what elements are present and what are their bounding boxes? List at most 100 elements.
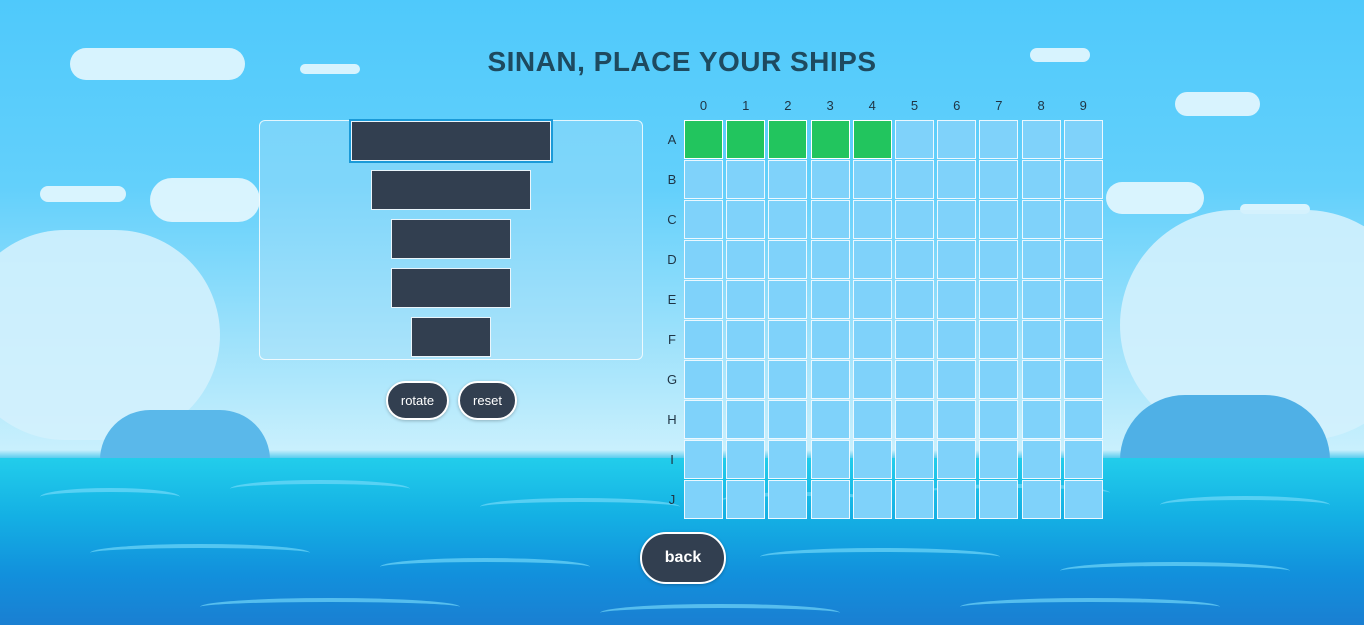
board-cell[interactable] bbox=[1021, 480, 1061, 519]
board-cell[interactable] bbox=[937, 400, 977, 439]
board-cell[interactable] bbox=[810, 480, 850, 519]
board-cell[interactable] bbox=[852, 200, 892, 239]
board-cell[interactable] bbox=[768, 160, 808, 199]
board-cell[interactable] bbox=[768, 400, 808, 439]
board-cell[interactable] bbox=[1021, 120, 1061, 159]
board-cell[interactable] bbox=[852, 320, 892, 359]
board-cell-ship[interactable] bbox=[726, 120, 766, 159]
board-cell[interactable] bbox=[1063, 240, 1103, 279]
board-cell[interactable] bbox=[768, 240, 808, 279]
board-cell[interactable] bbox=[1021, 360, 1061, 399]
ship-size-3[interactable] bbox=[391, 268, 511, 308]
board-cell[interactable] bbox=[895, 200, 934, 239]
back-button[interactable]: back bbox=[640, 532, 726, 584]
board-cell[interactable] bbox=[1021, 200, 1061, 239]
board-cell[interactable] bbox=[684, 200, 723, 239]
board-cell[interactable] bbox=[895, 120, 934, 159]
board-cell[interactable] bbox=[937, 280, 977, 319]
board-cell[interactable] bbox=[726, 240, 766, 279]
board-cell[interactable] bbox=[768, 320, 808, 359]
rotate-button[interactable]: rotate bbox=[386, 381, 449, 420]
board-cell[interactable] bbox=[937, 480, 977, 519]
board-cell[interactable] bbox=[768, 440, 808, 479]
board-cell[interactable] bbox=[810, 440, 850, 479]
board-cell[interactable] bbox=[810, 240, 850, 279]
board-cell[interactable] bbox=[937, 320, 977, 359]
board-cell[interactable] bbox=[726, 200, 766, 239]
board-cell[interactable] bbox=[895, 320, 934, 359]
board-cell[interactable] bbox=[937, 200, 977, 239]
board-cell[interactable] bbox=[684, 440, 723, 479]
board-cell[interactable] bbox=[1021, 160, 1061, 199]
board-cell[interactable] bbox=[852, 280, 892, 319]
board-cell[interactable] bbox=[895, 280, 934, 319]
board-cell[interactable] bbox=[852, 400, 892, 439]
board-cell[interactable] bbox=[726, 320, 766, 359]
board-cell[interactable] bbox=[979, 240, 1019, 279]
board-cell[interactable] bbox=[726, 440, 766, 479]
board-cell[interactable] bbox=[726, 480, 766, 519]
board-cell[interactable] bbox=[1063, 280, 1103, 319]
board-cell[interactable] bbox=[979, 480, 1019, 519]
ship-size-5[interactable] bbox=[349, 119, 553, 163]
board-cell[interactable] bbox=[1021, 280, 1061, 319]
board-cell[interactable] bbox=[852, 480, 892, 519]
board-cell[interactable] bbox=[895, 400, 934, 439]
board-cell[interactable] bbox=[979, 360, 1019, 399]
board-cell[interactable] bbox=[895, 360, 934, 399]
board-cell[interactable] bbox=[684, 480, 723, 519]
board-cell[interactable] bbox=[1021, 400, 1061, 439]
board-cell[interactable] bbox=[768, 280, 808, 319]
board-cell[interactable] bbox=[810, 400, 850, 439]
board-cell[interactable] bbox=[979, 400, 1019, 439]
board-cell[interactable] bbox=[684, 280, 723, 319]
board-cell[interactable] bbox=[1063, 200, 1103, 239]
board-cell[interactable] bbox=[810, 320, 850, 359]
board-cell[interactable] bbox=[1063, 400, 1103, 439]
reset-button[interactable]: reset bbox=[458, 381, 517, 420]
board-cell[interactable] bbox=[1063, 160, 1103, 199]
board-cell[interactable] bbox=[726, 160, 766, 199]
board-cell[interactable] bbox=[1063, 120, 1103, 159]
board-cell[interactable] bbox=[937, 160, 977, 199]
board-cell[interactable] bbox=[810, 280, 850, 319]
board-cell[interactable] bbox=[1021, 440, 1061, 479]
board-cell[interactable] bbox=[726, 360, 766, 399]
board-cell[interactable] bbox=[979, 120, 1019, 159]
board-cell[interactable] bbox=[937, 120, 977, 159]
board-cell[interactable] bbox=[852, 160, 892, 199]
board-cell-ship[interactable] bbox=[852, 120, 892, 159]
board-cell[interactable] bbox=[852, 240, 892, 279]
board-cell[interactable] bbox=[852, 360, 892, 399]
ship-size-2[interactable] bbox=[411, 317, 491, 357]
board-cell[interactable] bbox=[1021, 320, 1061, 359]
board-cell[interactable] bbox=[937, 240, 977, 279]
board-cell[interactable] bbox=[979, 440, 1019, 479]
board-cell[interactable] bbox=[895, 240, 934, 279]
board-cell[interactable] bbox=[937, 440, 977, 479]
board-cell[interactable] bbox=[1021, 240, 1061, 279]
board-cell[interactable] bbox=[768, 200, 808, 239]
board-cell-ship[interactable] bbox=[810, 120, 850, 159]
board-cell[interactable] bbox=[895, 480, 934, 519]
board-cell[interactable] bbox=[979, 280, 1019, 319]
board-cell[interactable] bbox=[1063, 320, 1103, 359]
board-cell-ship[interactable] bbox=[768, 120, 808, 159]
board-cell[interactable] bbox=[852, 440, 892, 479]
board-cell[interactable] bbox=[895, 160, 934, 199]
board-cell[interactable] bbox=[1063, 360, 1103, 399]
board-cell[interactable] bbox=[726, 280, 766, 319]
board-cell[interactable] bbox=[684, 360, 723, 399]
board-cell[interactable] bbox=[684, 160, 723, 199]
board-cell[interactable] bbox=[1063, 440, 1103, 479]
board-cell[interactable] bbox=[768, 360, 808, 399]
board-cell[interactable] bbox=[979, 160, 1019, 199]
board-cell[interactable] bbox=[979, 200, 1019, 239]
board-cell[interactable] bbox=[810, 360, 850, 399]
board-cell[interactable] bbox=[937, 360, 977, 399]
board-cell[interactable] bbox=[684, 240, 723, 279]
board-cell[interactable] bbox=[684, 400, 723, 439]
board-cell[interactable] bbox=[895, 440, 934, 479]
ship-size-3[interactable] bbox=[391, 219, 511, 259]
ship-size-4[interactable] bbox=[371, 170, 531, 210]
